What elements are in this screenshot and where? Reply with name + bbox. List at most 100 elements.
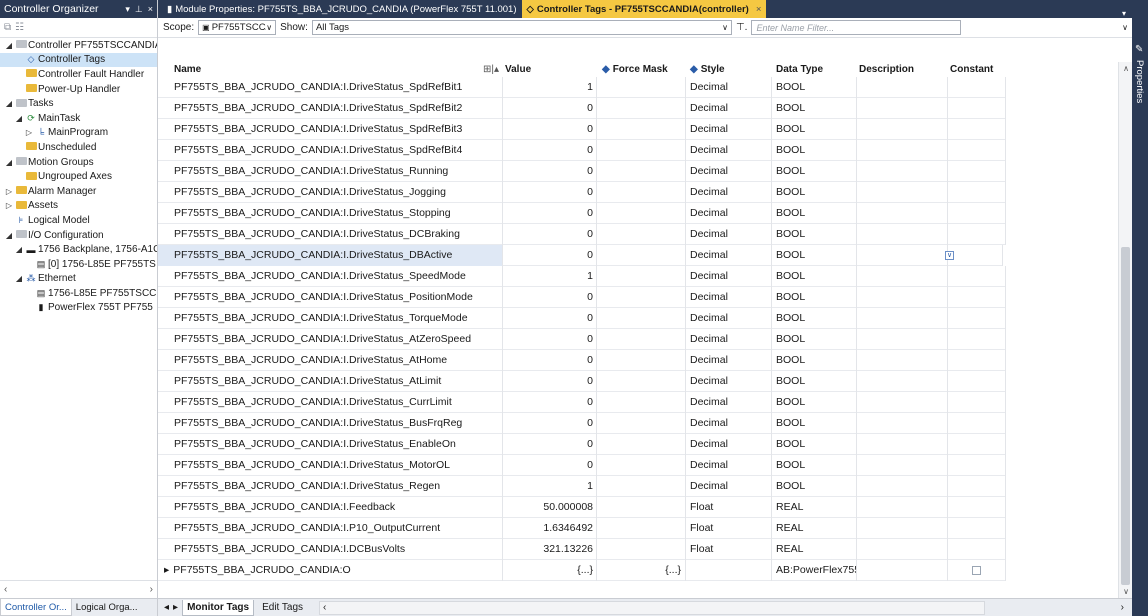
grid-vertical-scrollbar[interactable]: ∧ ∨ xyxy=(1118,62,1132,598)
scroll-right-icon[interactable]: › xyxy=(1121,602,1124,613)
tag-name-cell[interactable]: PF755TS_BBA_JCRUDO_CANDIA:I.DriveStatus_… xyxy=(158,370,503,392)
table-row[interactable]: PF755TS_BBA_JCRUDO_CANDIA:I.DriveStatus_… xyxy=(158,475,1006,497)
organizer-close-icon[interactable]: × xyxy=(148,4,153,15)
tree-item[interactable]: Power-Up Handler xyxy=(0,82,157,97)
tag-name-cell[interactable]: PF755TS_BBA_JCRUDO_CANDIA:I.DriveStatus_… xyxy=(158,160,503,182)
scroll-down-icon[interactable]: ∨ xyxy=(1119,587,1133,596)
tag-name-cell[interactable]: PF755TS_BBA_JCRUDO_CANDIA:I.DriveStatus_… xyxy=(158,475,503,497)
tree-item[interactable]: ◢ ⟳ MainTask xyxy=(0,111,157,126)
tag-name-cell[interactable]: PF755TS_BBA_JCRUDO_CANDIA:I.DriveStatus_… xyxy=(158,76,503,98)
toolbar-list-icon[interactable]: ☷ xyxy=(15,22,24,33)
description-cell[interactable] xyxy=(857,202,948,224)
description-cell[interactable] xyxy=(857,349,948,371)
description-cell[interactable] xyxy=(857,370,948,392)
dropdown-icon[interactable]: ∨ xyxy=(945,250,954,260)
properties-side-panel[interactable]: ✎ Properties xyxy=(1132,0,1148,616)
constant-cell[interactable] xyxy=(948,76,1006,98)
force-mask-cell[interactable] xyxy=(597,370,686,392)
force-mask-cell[interactable] xyxy=(597,76,686,98)
expand-row-icon[interactable]: ▸ xyxy=(164,564,169,576)
table-row[interactable]: PF755TS_BBA_JCRUDO_CANDIA:I.DriveStatus_… xyxy=(158,349,1006,371)
tag-name-cell[interactable]: PF755TS_BBA_JCRUDO_CANDIA:I.DriveStatus_… xyxy=(158,412,503,434)
table-row[interactable]: PF755TS_BBA_JCRUDO_CANDIA:I.DriveStatus_… xyxy=(158,328,1006,350)
style-cell[interactable]: Decimal xyxy=(686,391,772,413)
tag-name-cell[interactable]: PF755TS_BBA_JCRUDO_CANDIA:I.DriveStatus_… xyxy=(158,97,503,119)
force-mask-cell[interactable] xyxy=(597,538,686,560)
expand-toggle-icon[interactable]: ▷ xyxy=(24,128,34,137)
data-type-cell[interactable]: BOOL xyxy=(772,475,857,497)
tree-item[interactable]: ◢ ⁂ Ethernet xyxy=(0,272,157,287)
value-cell[interactable]: 1 xyxy=(503,475,597,497)
organizer-horizontal-scrollbar[interactable]: ‹ › xyxy=(0,580,157,598)
tree-item[interactable]: ▮ PowerFlex 755T PF755 xyxy=(0,301,157,316)
constant-cell[interactable] xyxy=(948,307,1006,329)
col-description-header[interactable]: Description xyxy=(857,62,948,77)
style-cell[interactable]: Decimal xyxy=(686,307,772,329)
scroll-right-icon[interactable]: › xyxy=(150,584,153,595)
description-cell[interactable] xyxy=(857,475,948,497)
data-type-cell[interactable]: BOOL xyxy=(772,160,857,182)
table-row[interactable]: PF755TS_BBA_JCRUDO_CANDIA:I.DriveStatus_… xyxy=(158,265,1006,287)
data-type-cell[interactable]: REAL xyxy=(772,517,857,539)
expand-toggle-icon[interactable]: ◢ xyxy=(4,99,14,108)
value-cell[interactable]: 0 xyxy=(503,97,597,119)
tag-name-cell[interactable]: PF755TS_BBA_JCRUDO_CANDIA:I.Feedback xyxy=(158,496,503,518)
data-type-cell[interactable]: BOOL xyxy=(772,139,857,161)
value-cell[interactable]: 0 xyxy=(503,139,597,161)
data-type-cell[interactable]: BOOL xyxy=(772,76,857,98)
description-cell[interactable] xyxy=(857,412,948,434)
description-cell[interactable] xyxy=(857,76,948,98)
tree-item[interactable]: ◢ Controller PF755TSCCANDIA xyxy=(0,38,157,53)
description-cell[interactable] xyxy=(857,97,948,119)
table-row[interactable]: PF755TS_BBA_JCRUDO_CANDIA:I.DriveStatus_… xyxy=(158,76,1006,98)
tag-name-cell[interactable]: PF755TS_BBA_JCRUDO_CANDIA:I.DriveStatus_… xyxy=(158,118,503,140)
value-cell[interactable]: 0 xyxy=(503,160,597,182)
constant-cell[interactable] xyxy=(948,433,1006,455)
tab-controller-tags[interactable]: ◇ Controller Tags - PF755TSCCANDIA(contr… xyxy=(521,0,767,18)
filter-icon[interactable]: ⊤. xyxy=(736,22,748,33)
table-row[interactable]: PF755TS_BBA_JCRUDO_CANDIA:I.DriveStatus_… xyxy=(158,370,1006,392)
constant-cell[interactable] xyxy=(948,286,1006,308)
description-cell[interactable] xyxy=(857,139,948,161)
table-row[interactable]: PF755TS_BBA_JCRUDO_CANDIA:I.DriveStatus_… xyxy=(158,433,1006,455)
description-cell[interactable] xyxy=(857,454,948,476)
style-cell[interactable]: Decimal xyxy=(686,76,772,98)
nav-next-icon[interactable]: ▸ xyxy=(173,602,178,613)
constant-cell[interactable] xyxy=(948,118,1006,140)
value-cell[interactable]: 0 xyxy=(503,118,597,140)
style-cell[interactable]: Float xyxy=(686,517,772,539)
constant-cell[interactable]: ∨ xyxy=(945,244,1003,266)
description-cell[interactable] xyxy=(857,286,948,308)
force-mask-cell[interactable] xyxy=(597,475,686,497)
tag-name-cell[interactable]: PF755TS_BBA_JCRUDO_CANDIA:I.DriveStatus_… xyxy=(158,139,503,161)
tab-logical-organizer[interactable]: Logical Orga... xyxy=(72,602,142,613)
force-mask-cell[interactable] xyxy=(597,412,686,434)
force-mask-cell[interactable] xyxy=(597,349,686,371)
expand-toggle-icon[interactable]: ◢ xyxy=(14,245,24,254)
force-mask-cell[interactable] xyxy=(597,328,686,350)
toolbar-copy-icon[interactable]: ⧉ xyxy=(4,22,11,33)
force-mask-cell[interactable] xyxy=(597,181,686,203)
constant-cell[interactable] xyxy=(948,181,1006,203)
expand-toggle-icon[interactable]: ▷ xyxy=(4,187,14,196)
style-cell[interactable]: Decimal xyxy=(686,475,772,497)
show-select[interactable]: All Tags ∨ xyxy=(311,20,732,35)
value-cell[interactable]: 50.000008 xyxy=(503,496,597,518)
table-row[interactable]: PF755TS_BBA_JCRUDO_CANDIA:I.DriveStatus_… xyxy=(158,181,1006,203)
table-row[interactable]: PF755TS_BBA_JCRUDO_CANDIA:I.DriveStatus_… xyxy=(158,139,1006,161)
style-cell[interactable]: Float xyxy=(686,496,772,518)
force-mask-cell[interactable]: {...} xyxy=(597,559,686,581)
tag-name-cell[interactable]: PF755TS_BBA_JCRUDO_CANDIA:I.DriveStatus_… xyxy=(158,223,503,245)
style-cell[interactable]: Decimal xyxy=(686,97,772,119)
constant-cell[interactable] xyxy=(948,265,1006,287)
table-row[interactable]: PF755TS_BBA_JCRUDO_CANDIA:I.DriveStatus_… xyxy=(158,307,1006,329)
value-cell[interactable]: 0 xyxy=(503,307,597,329)
tab-controller-organizer[interactable]: Controller Or... xyxy=(0,599,72,616)
style-cell[interactable]: Decimal xyxy=(686,202,772,224)
col-constant-header[interactable]: Constant xyxy=(948,62,1006,77)
constant-cell[interactable] xyxy=(948,475,1006,497)
style-cell[interactable]: Decimal xyxy=(686,118,772,140)
organizer-menu-icon[interactable]: ▾ xyxy=(125,4,130,15)
tag-name-cell[interactable]: ▸ PF755TS_BBA_JCRUDO_CANDIA:O xyxy=(158,559,503,581)
data-type-cell[interactable]: BOOL xyxy=(772,370,857,392)
